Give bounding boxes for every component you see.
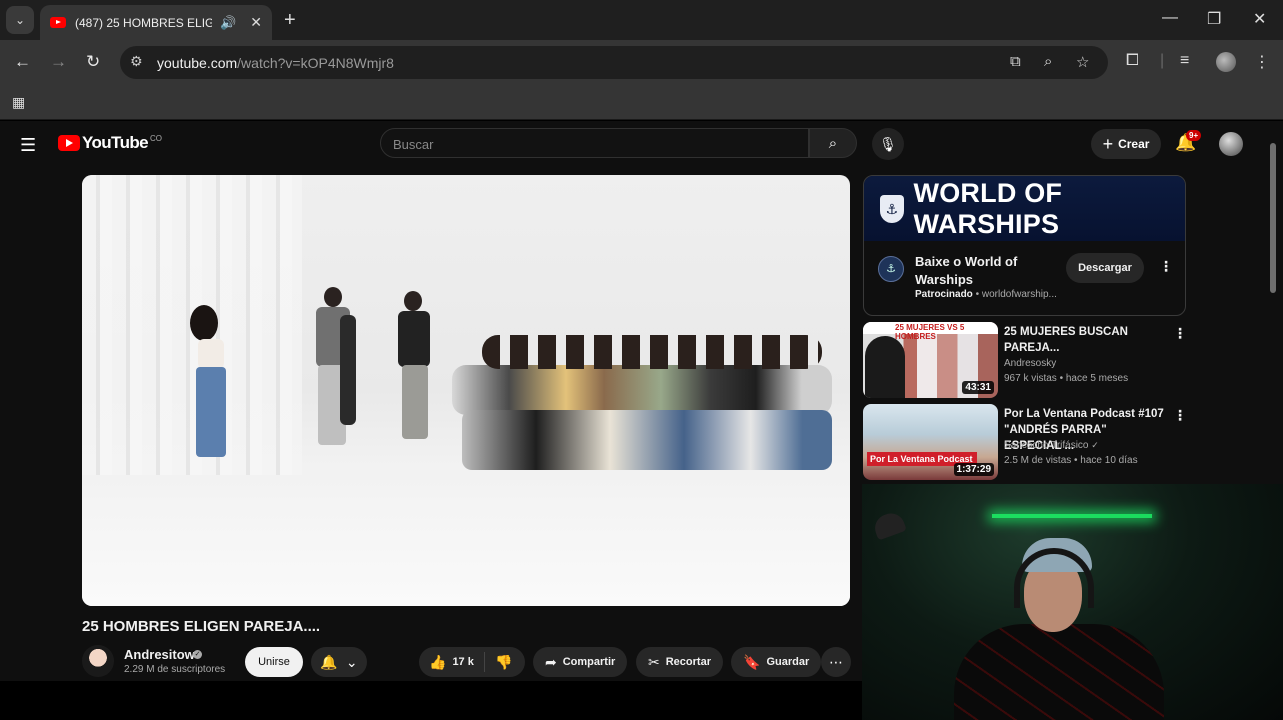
- apps-icon[interactable]: ▦: [12, 94, 25, 111]
- like-button[interactable]: 👍 17 k: [419, 652, 485, 672]
- bookmark-icon: 🔖: [743, 653, 761, 670]
- video-title: 25 HOMBRES ELIGEN PAREJA....: [82, 618, 321, 635]
- youtube-favicon-icon: [50, 17, 66, 28]
- ad-card[interactable]: ⚓ WORLD OF WARSHIPS ⚓ Baixe o World of W…: [863, 175, 1186, 316]
- search-button[interactable]: ⌕: [809, 128, 857, 158]
- scissors-icon: ✂: [648, 653, 660, 670]
- save-button[interactable]: 🔖 Guardar: [731, 647, 822, 677]
- bell-icon: 🔔: [320, 653, 338, 670]
- clip-button[interactable]: ✂ Recortar: [636, 647, 723, 677]
- search-icon: ⌕: [828, 134, 838, 152]
- video-person-camera: [330, 295, 370, 435]
- like-dislike-group: 👍 17 k 👎: [419, 647, 525, 677]
- dislike-icon: 👎: [495, 653, 513, 670]
- recommended-title[interactable]: 25 MUJERES BUSCAN PAREJA...: [1004, 324, 1164, 356]
- plus-icon[interactable]: +: [284, 9, 296, 32]
- restore-icon[interactable]: ❐: [1207, 9, 1221, 29]
- advertiser-icon: ⚓: [878, 256, 904, 282]
- plus-icon: +: [1102, 133, 1114, 154]
- forward-icon[interactable]: →: [50, 52, 67, 72]
- bookmarks-bar: ▦: [0, 86, 1283, 120]
- subscriber-count: 2.29 M de suscriptores: [124, 664, 226, 675]
- webcam-overlay: [862, 484, 1283, 720]
- more-icon[interactable]: ⋯: [821, 647, 851, 677]
- dislike-button[interactable]: 👎: [485, 654, 512, 671]
- url-text[interactable]: youtube.com/watch?v=kOP4N8Wmjr8: [157, 55, 394, 71]
- channel-avatar[interactable]: [82, 645, 114, 677]
- chevron-down-icon: ⌄: [345, 653, 358, 670]
- duration-badge: 43:31: [962, 381, 994, 394]
- channel-name[interactable]: Andresitow: [124, 647, 195, 662]
- recommended-channel[interactable]: Sancocho Trifásico ✓: [1004, 440, 1099, 451]
- video-floor: [82, 475, 850, 606]
- recommended-video[interactable]: 25 MUJERES VS 5 HOMBRES 43:31 25 MUJERES…: [863, 322, 1193, 398]
- video-person-woman: [182, 305, 252, 465]
- notification-badge: 9+: [1186, 130, 1202, 141]
- menu-icon[interactable]: ☰: [20, 135, 36, 156]
- close-icon[interactable]: ✕: [250, 14, 262, 31]
- share-icon: ➦: [545, 653, 557, 670]
- account-avatar[interactable]: [1219, 132, 1243, 156]
- verified-icon: ✓: [193, 650, 202, 659]
- verified-icon: ✓: [1091, 440, 1099, 450]
- install-icon[interactable]: ⧉: [1010, 53, 1021, 70]
- more-icon[interactable]: ⋮: [1173, 325, 1187, 342]
- minimize-icon[interactable]: —: [1162, 9, 1178, 27]
- video-player[interactable]: [82, 175, 850, 606]
- extensions-icon[interactable]: ⧠: [1126, 52, 1139, 70]
- speaker-icon[interactable]: 🔊: [220, 15, 236, 31]
- tune-icon[interactable]: ⚙: [130, 53, 143, 70]
- zoom-icon[interactable]: ⌕: [1044, 53, 1052, 70]
- warships-shield-icon: ⚓: [880, 194, 904, 223]
- ad-title[interactable]: Baixe o World of Warships: [915, 253, 1055, 289]
- youtube-logo[interactable]: YouTube CO: [58, 133, 162, 153]
- ad-more-icon[interactable]: ⋮: [1159, 258, 1173, 275]
- search-input[interactable]: Buscar: [380, 128, 809, 158]
- ad-sponsor-line: Patrocinado • worldofwarship...: [915, 289, 1057, 300]
- youtube-play-icon: [58, 135, 80, 151]
- webcam-desk-lamp: [871, 509, 907, 541]
- webcam-led-strip: [992, 514, 1152, 518]
- share-button[interactable]: ➦ Compartir: [533, 647, 628, 677]
- profile-avatar[interactable]: [1216, 52, 1236, 72]
- webcam-person-torso: [954, 624, 1164, 720]
- search-placeholder: Buscar: [393, 137, 434, 152]
- recommended-meta: 967 k vistas • hace 5 meses: [1004, 373, 1129, 384]
- browser-tab-strip: ⌄ (487) 25 HOMBRES ELIGEN 🔊 ✕ + — ❐ ✕: [0, 0, 1283, 40]
- video-person-black-jacket: [392, 291, 438, 441]
- recommended-meta: 2.5 M de vistas • hace 10 días: [1004, 455, 1138, 466]
- tab-search-icon[interactable]: ⌄: [6, 6, 34, 34]
- subscription-bell-button[interactable]: 🔔 ⌄: [311, 647, 367, 677]
- video-thumbnail[interactable]: 25 MUJERES VS 5 HOMBRES 43:31: [863, 322, 998, 398]
- recommended-channel[interactable]: Andresosky: [1004, 358, 1056, 369]
- thumb-label: 25 MUJERES VS 5 HOMBRES: [895, 323, 965, 341]
- tab-title: (487) 25 HOMBRES ELIGEN: [75, 15, 213, 30]
- browser-menu-icon[interactable]: ⋮: [1254, 52, 1270, 72]
- recommended-video[interactable]: Por La Ventana Podcast 1:37:29 Por La Ve…: [863, 404, 1193, 480]
- video-seated-group: [452, 325, 842, 475]
- duration-badge: 1:37:29: [953, 463, 994, 476]
- more-icon[interactable]: ⋮: [1173, 407, 1187, 424]
- address-bar[interactable]: ⚙ youtube.com/watch?v=kOP4N8Wmjr8 ⧉ ⌕ ☆: [120, 46, 1108, 79]
- like-icon: 👍: [429, 653, 447, 670]
- create-button[interactable]: + Crear: [1091, 129, 1161, 159]
- star-icon[interactable]: ☆: [1076, 53, 1089, 71]
- window-close-icon[interactable]: ✕: [1253, 9, 1266, 29]
- media-icon[interactable]: ≡: [1180, 52, 1189, 70]
- reload-icon[interactable]: ↻: [86, 52, 100, 72]
- browser-tab[interactable]: (487) 25 HOMBRES ELIGEN 🔊 ✕: [40, 5, 272, 40]
- join-button[interactable]: Unirse: [245, 647, 303, 677]
- toolbar-divider: |: [1160, 52, 1165, 69]
- ad-download-button[interactable]: Descargar: [1066, 253, 1144, 283]
- back-icon[interactable]: ←: [14, 52, 31, 72]
- ad-banner[interactable]: ⚓ WORLD OF WARSHIPS: [864, 176, 1185, 241]
- browser-toolbar: ← → ↻ ⚙ youtube.com/watch?v=kOP4N8Wmjr8 …: [0, 40, 1283, 86]
- video-thumbnail[interactable]: Por La Ventana Podcast 1:37:29: [863, 404, 998, 480]
- mic-icon[interactable]: 🎙: [872, 128, 904, 160]
